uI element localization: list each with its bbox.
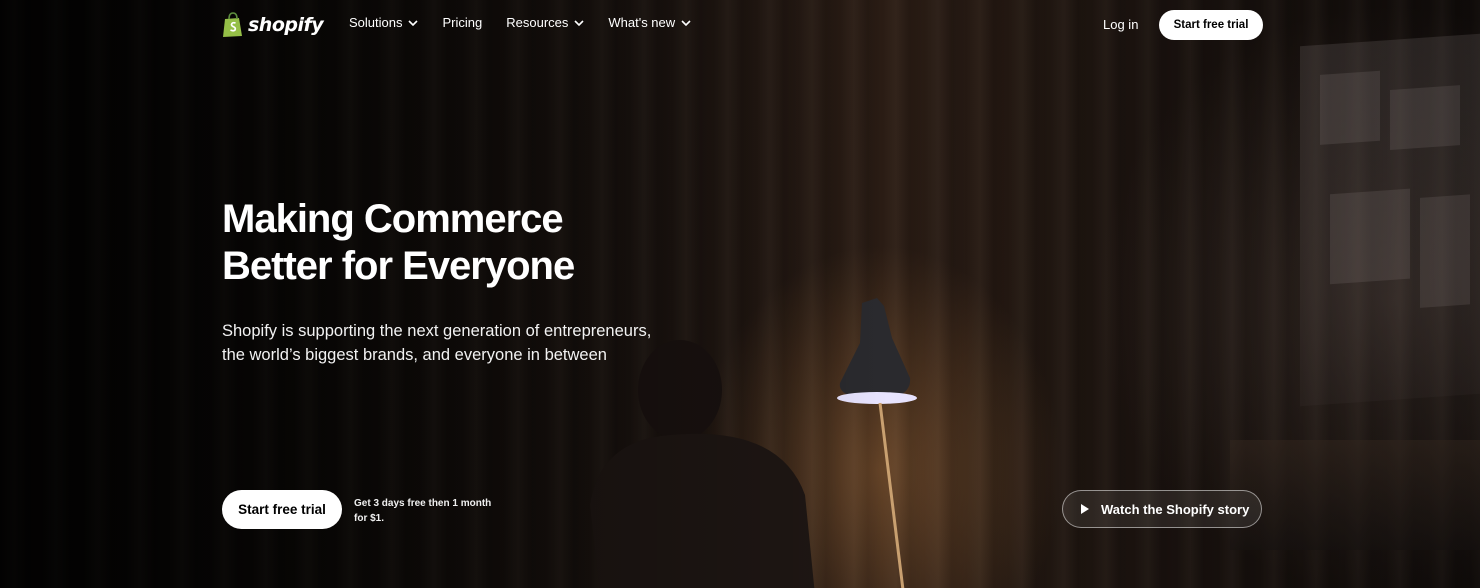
menu-item-pricing[interactable]: Pricing	[442, 15, 482, 30]
watch-story-button[interactable]: Watch the Shopify story	[1062, 490, 1262, 528]
start-free-trial-nav-button[interactable]: Start free trial	[1159, 10, 1263, 40]
headline-line: Making Commerce	[222, 197, 564, 241]
login-link[interactable]: Log in	[1103, 17, 1138, 32]
hero-subheading: Shopify is supporting the next generatio…	[222, 319, 651, 367]
logo-wordmark: shopify	[248, 14, 324, 36]
subheading-line: Shopify is supporting the next generatio…	[222, 322, 652, 340]
headline-line: Better for Everyone	[222, 244, 575, 288]
menu-item-label: Resources	[506, 15, 569, 30]
menu-item-whats-new[interactable]: What's new	[608, 15, 691, 30]
menu-item-label: Solutions	[349, 15, 403, 30]
chevron-down-icon	[681, 19, 691, 26]
trial-offer-text: Get 3 days free then 1 month for $1.	[354, 498, 492, 524]
menu-item-resources[interactable]: Resources	[506, 15, 584, 30]
shopify-logo[interactable]: shopify	[222, 10, 324, 40]
subheading-line: the world’s biggest brands, and everyone…	[222, 346, 607, 364]
watch-story-label: Watch the Shopify story	[1101, 501, 1250, 517]
menu-item-label: What's new	[608, 15, 676, 30]
main-menu: Solutions Pricing Resources What's new	[349, 15, 691, 30]
hero-headline: Making Commerce Better for Everyone	[222, 196, 575, 290]
top-nav: shopify Solutions Pricing Resources What…	[0, 0, 1480, 50]
chevron-down-icon	[408, 19, 419, 26]
menu-item-label: Pricing	[442, 15, 483, 30]
hero-background: shopify Solutions Pricing Resources What…	[0, 0, 1480, 588]
start-free-trial-button[interactable]: Start free trial	[222, 490, 342, 529]
menu-item-solutions[interactable]: Solutions	[349, 15, 419, 30]
shopify-bag-icon	[223, 12, 242, 37]
play-icon	[1081, 504, 1089, 514]
chevron-down-icon	[574, 19, 584, 26]
